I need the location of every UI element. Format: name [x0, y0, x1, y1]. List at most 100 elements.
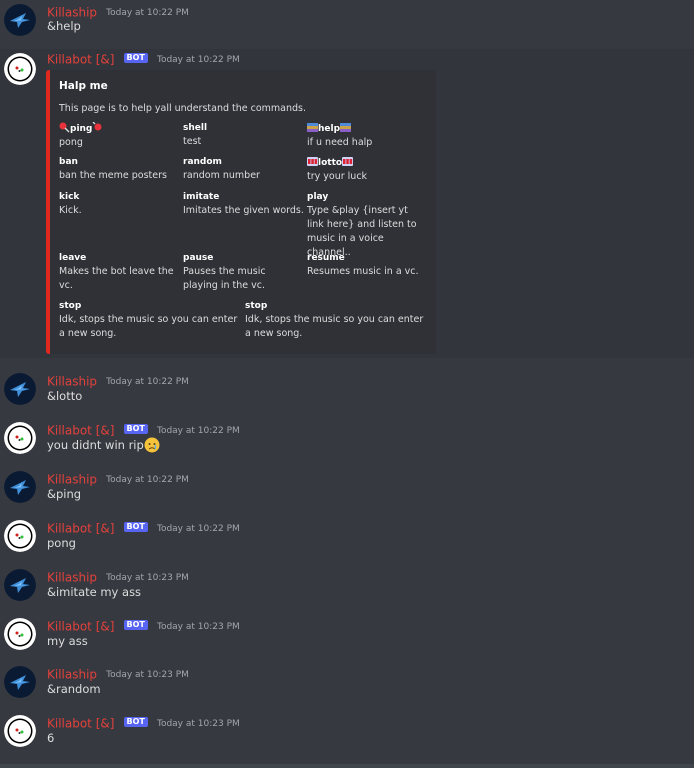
user-avatar-icon	[4, 471, 36, 503]
message: Killaship Today at 10:22 PM &lotto	[0, 369, 694, 417]
message-text: pong	[47, 536, 76, 550]
timestamp: Today at 10:22 PM	[106, 7, 189, 18]
embed-field: kick Kick.	[59, 191, 177, 218]
field-name: random	[183, 157, 222, 167]
message: Killaship Today at 10:22 PM &ping	[0, 467, 694, 515]
field-value: test	[183, 136, 202, 147]
message-text: you didnt win rip	[47, 438, 144, 452]
embed-field: ban ban the meme posters	[59, 156, 177, 183]
avatar[interactable]	[4, 715, 36, 747]
field-value: try your luck	[307, 171, 368, 182]
embed-field: lotto try your luck	[307, 156, 425, 184]
field-value: Imitates the given words.	[183, 205, 304, 216]
books-icon	[340, 122, 352, 133]
embed-field: leave Makes the bot leave the vc.	[59, 252, 177, 293]
avatar[interactable]	[4, 569, 36, 601]
field-name: stop	[59, 301, 82, 311]
field-name: kick	[59, 192, 80, 202]
message-text: &help	[47, 19, 81, 33]
username[interactable]: Killabot [&]	[47, 522, 114, 536]
lollipop-icon	[92, 121, 103, 133]
message-text: &imitate my ass	[47, 585, 142, 599]
message-text: my ass	[47, 634, 88, 648]
message: Killaship Today at 10:23 PM &random	[0, 662, 694, 710]
embed-field: help if u need halp	[307, 122, 425, 150]
avatar[interactable]	[4, 422, 36, 454]
avatar[interactable]	[4, 618, 36, 650]
field-name: lotto	[318, 158, 343, 168]
username[interactable]: Killabot [&]	[47, 620, 114, 634]
avatar[interactable]	[4, 520, 36, 552]
field-name: play	[307, 192, 329, 202]
message: Killaship Today at 10:23 PM &imitate my …	[0, 565, 694, 613]
bot-tag: BOT	[123, 716, 148, 727]
bot-tag: BOT	[123, 52, 148, 63]
avatar[interactable]	[4, 373, 36, 405]
message-text-row: you didnt win rip	[47, 437, 160, 453]
field-value: random number	[183, 170, 260, 181]
bot-avatar-icon	[4, 53, 36, 85]
field-value: Pauses the music playing in the vc.	[183, 266, 266, 291]
user-avatar-icon	[4, 4, 36, 36]
field-value: Idk, stops the music so you can enter a …	[245, 314, 424, 339]
field-name: resume	[307, 253, 345, 263]
timestamp: Today at 10:23 PM	[156, 621, 240, 632]
username[interactable]: Killabot [&]	[47, 53, 114, 67]
user-avatar-icon	[4, 373, 36, 405]
message: Killabot [&] BOT Today at 10:22 PM pong	[0, 516, 694, 564]
embed-field: resume Resumes music in a vc.	[307, 252, 425, 279]
embed-field: play Type &play {insert yt link here} an…	[307, 191, 425, 260]
bot-avatar-icon	[4, 520, 36, 552]
avatar[interactable]	[4, 53, 36, 85]
embed-title: Halp me	[59, 80, 108, 92]
timestamp: Today at 10:23 PM	[106, 572, 189, 583]
field-name: stop	[245, 301, 268, 311]
embed-field: stop Idk, stops the music so you can ent…	[59, 300, 239, 341]
bot-avatar-icon	[4, 618, 36, 650]
field-name: imitate	[183, 192, 220, 202]
field-value: ban the meme posters	[59, 170, 167, 181]
embed-field: pause Pauses the music playing in the vc…	[183, 252, 301, 293]
message: Killabot [&] BOT Today at 10:23 PM my as…	[0, 614, 694, 662]
username[interactable]: Killaship	[47, 571, 97, 585]
field-name: help	[318, 124, 341, 134]
timestamp: Today at 10:22 PM	[156, 523, 240, 534]
field-value: Resumes music in a vc.	[307, 266, 419, 277]
username[interactable]: Killabot [&]	[47, 424, 114, 438]
lollipop-icon	[59, 122, 70, 133]
message-text: &lotto	[47, 389, 83, 403]
field-name: shell	[183, 123, 208, 133]
slot-icon	[342, 156, 354, 167]
field-name: leave	[59, 253, 87, 263]
username[interactable]: Killaship	[47, 473, 97, 487]
username[interactable]: Killaship	[47, 668, 97, 682]
bot-avatar-icon	[4, 422, 36, 454]
username[interactable]: Killaship	[47, 375, 97, 389]
avatar[interactable]	[4, 4, 36, 36]
field-value: pong	[59, 137, 83, 148]
books-icon	[307, 122, 318, 133]
field-name: ban	[59, 157, 78, 167]
username[interactable]: Killabot [&]	[47, 717, 114, 731]
timestamp: Today at 10:22 PM	[106, 474, 189, 485]
field-name: ping	[70, 124, 93, 134]
field-value: if u need halp	[307, 137, 373, 148]
message-text: &ping	[47, 487, 82, 501]
avatar[interactable]	[4, 471, 36, 503]
chat-messages: Killaship Today at 10:22 PM &help Killab…	[0, 0, 694, 768]
help-embed: Halp me This page is to help yall unders…	[46, 70, 436, 354]
embed-field: ping pong	[59, 121, 177, 150]
avatar[interactable]	[4, 666, 36, 698]
message: Killaship Today at 10:22 PM &help	[0, 0, 694, 48]
embed-description: This page is to help yall understand the…	[59, 103, 307, 114]
timestamp: Today at 10:22 PM	[156, 425, 240, 436]
bot-avatar-icon	[4, 715, 36, 747]
slot-icon	[307, 156, 318, 167]
field-name: pause	[183, 253, 214, 263]
embed-field: random random number	[183, 156, 301, 183]
crying-face-icon	[144, 437, 160, 453]
message: Killabot [&] BOT Today at 10:23 PM 6	[0, 711, 694, 763]
timestamp: Today at 10:23 PM	[106, 669, 189, 680]
timestamp: Today at 10:22 PM	[106, 376, 189, 387]
field-value: Idk, stops the music so you can enter a …	[59, 314, 238, 339]
